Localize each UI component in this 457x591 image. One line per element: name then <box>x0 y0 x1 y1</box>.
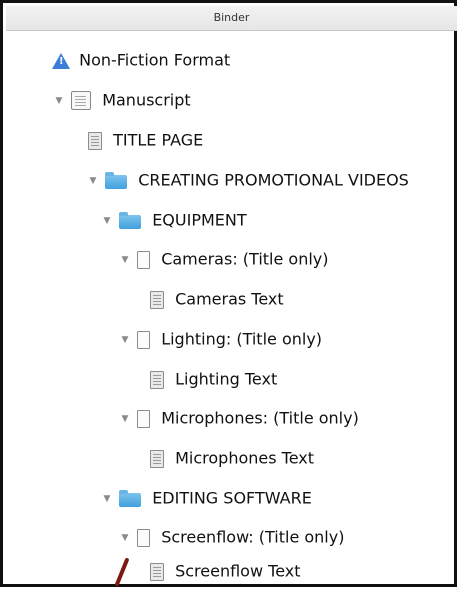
binder-item-microphones-text[interactable]: Microphones Text <box>150 439 314 477</box>
binder-item-cameras[interactable]: ▼ Cameras: (Title only) <box>118 240 329 278</box>
binder-item-label: EDITING SOFTWARE <box>152 488 312 508</box>
binder-item-lighting-text[interactable]: Lighting Text <box>150 360 277 398</box>
binder-item-label: EQUIPMENT <box>152 210 247 230</box>
blank-page-icon <box>133 409 151 429</box>
folder-icon <box>119 211 142 229</box>
binder-item-manuscript[interactable]: ▼ Manuscript <box>52 81 191 119</box>
document-icon <box>150 370 164 389</box>
binder-item-label: Screenflow: (Title only) <box>161 527 345 547</box>
disclosure-triangle-icon[interactable]: ▼ <box>100 202 114 240</box>
binder-item-label: CREATING PROMOTIONAL VIDEOS <box>138 170 409 190</box>
binder-item-title-page[interactable]: TITLE PAGE <box>88 121 203 159</box>
binder-item-non-fiction-format[interactable]: Non-Fiction Format <box>52 41 230 79</box>
disclosure-triangle-icon[interactable]: ▼ <box>118 519 132 557</box>
binder-item-equipment[interactable]: ▼ EQUIPMENT <box>100 201 247 239</box>
binder-item-lighting[interactable]: ▼ Lighting: (Title only) <box>118 320 322 358</box>
binder-item-creating-promotional-videos[interactable]: ▼ CREATING PROMOTIONAL VIDEOS <box>86 161 409 199</box>
manuscript-icon <box>71 91 92 110</box>
document-icon <box>150 290 164 309</box>
disclosure-triangle-icon[interactable]: ▼ <box>52 82 66 120</box>
blank-page-icon <box>133 528 151 548</box>
binder-item-label: Lighting: (Title only) <box>161 329 323 349</box>
folder-icon <box>119 489 142 507</box>
folder-icon <box>105 171 128 189</box>
disclosure-triangle-icon[interactable]: ▼ <box>118 321 132 359</box>
binder-item-cameras-text[interactable]: Cameras Text <box>150 280 284 318</box>
binder-item-screenflow-text[interactable]: Screenflow Text <box>150 552 301 590</box>
document-icon <box>150 449 164 468</box>
binder-item-editing-software[interactable]: ▼ EDITING SOFTWARE <box>100 479 312 517</box>
binder-item-label: Non-Fiction Format <box>79 50 231 70</box>
disclosure-triangle-icon[interactable]: ▼ <box>118 241 132 279</box>
document-icon <box>150 562 164 581</box>
binder-item-label: Cameras: (Title only) <box>161 249 329 269</box>
blank-page-icon <box>133 330 151 350</box>
binder-item-label: Screenflow Text <box>175 561 301 581</box>
document-icon <box>88 131 102 150</box>
binder-title: Binder <box>6 6 457 31</box>
disclosure-triangle-icon[interactable]: ▼ <box>100 480 114 518</box>
binder-item-label: Microphones: (Title only) <box>161 408 359 428</box>
binder-item-label: Lighting Text <box>175 369 278 389</box>
binder-item-microphones[interactable]: ▼ Microphones: (Title only) <box>118 399 359 437</box>
binder-item-label: TITLE PAGE <box>113 130 204 150</box>
binder-item-screenflow[interactable]: ▼ Screenflow: (Title only) <box>118 518 344 556</box>
disclosure-triangle-icon[interactable]: ▼ <box>118 400 132 438</box>
warning-icon <box>52 52 70 69</box>
disclosure-triangle-icon[interactable]: ▼ <box>86 162 100 200</box>
binder-item-label: Manuscript <box>102 90 191 110</box>
binder-item-label: Microphones Text <box>175 448 315 468</box>
blank-page-icon <box>133 250 151 270</box>
binder-item-label: Cameras Text <box>175 289 284 309</box>
